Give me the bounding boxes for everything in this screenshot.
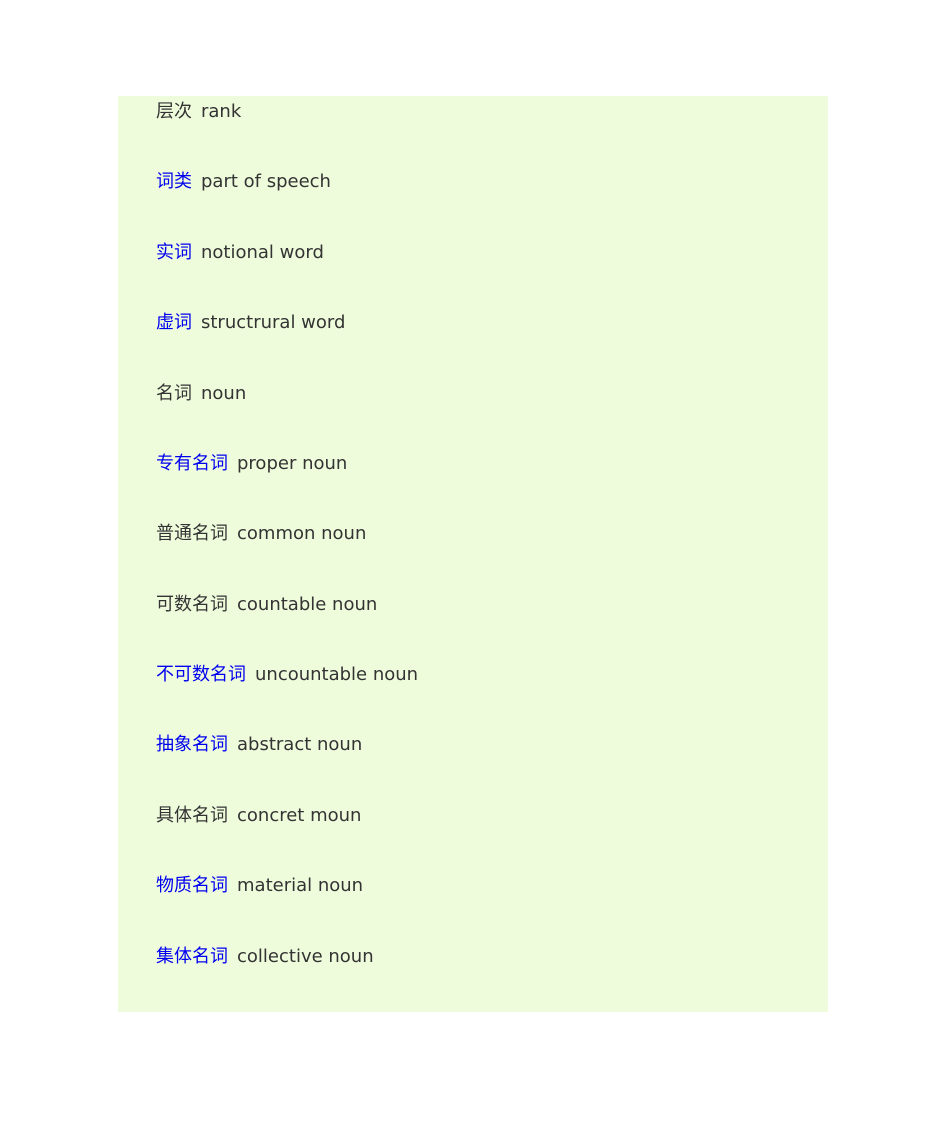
glossary-row: 名词 noun (156, 382, 246, 406)
glossary-row: 虚词 structrural word (156, 311, 345, 335)
term-link[interactable]: 词类 (156, 171, 192, 192)
term-english: countable noun (237, 594, 378, 615)
glossary-row: 物质名词 material noun (156, 874, 363, 898)
term-english: abstract noun (237, 734, 363, 755)
term-english: noun (201, 383, 247, 404)
term-link[interactable]: 不可数名词 (156, 664, 246, 685)
term-english: collective noun (237, 946, 374, 967)
term-link[interactable]: 专有名词 (156, 453, 228, 474)
term-link[interactable]: 物质名词 (156, 875, 228, 896)
term-chinese: 名词 (156, 383, 192, 404)
term-english: notional word (201, 242, 324, 263)
term-english: material noun (237, 875, 364, 896)
term-chinese: 层次 (156, 101, 192, 122)
term-link[interactable]: 实词 (156, 242, 192, 263)
glossary-row: 专有名词 proper noun (156, 452, 347, 476)
term-english: uncountable noun (255, 664, 419, 685)
glossary-row: 不可数名词 uncountable noun (156, 663, 418, 687)
term-english: structrural word (201, 312, 346, 333)
term-english: rank (201, 101, 242, 122)
term-chinese: 具体名词 (156, 805, 228, 826)
term-link[interactable]: 抽象名词 (156, 734, 228, 755)
glossary-row: 抽象名词 abstract noun (156, 733, 362, 757)
glossary-panel: 层次 rank 词类 part of speech 实词 notional word 虚词 s… (118, 96, 828, 1012)
glossary-row: 普通名词 common noun (156, 522, 366, 546)
term-english: proper noun (237, 453, 348, 474)
term-link[interactable]: 虚词 (156, 312, 192, 333)
glossary-row: 可数名词 countable noun (156, 593, 377, 617)
term-english: part of speech (201, 171, 331, 192)
term-english: common noun (237, 523, 367, 544)
glossary-row: 集体名词 collective noun (156, 945, 374, 969)
term-chinese: 可数名词 (156, 594, 228, 615)
glossary-row: 具体名词 concret moun (156, 804, 361, 828)
term-link[interactable]: 集体名词 (156, 946, 228, 967)
term-chinese: 普通名词 (156, 523, 228, 544)
glossary-row: 实词 notional word (156, 241, 324, 265)
glossary-row: 词类 part of speech (156, 170, 331, 194)
term-english: concret moun (237, 805, 362, 826)
glossary-row: 层次 rank (156, 100, 241, 124)
